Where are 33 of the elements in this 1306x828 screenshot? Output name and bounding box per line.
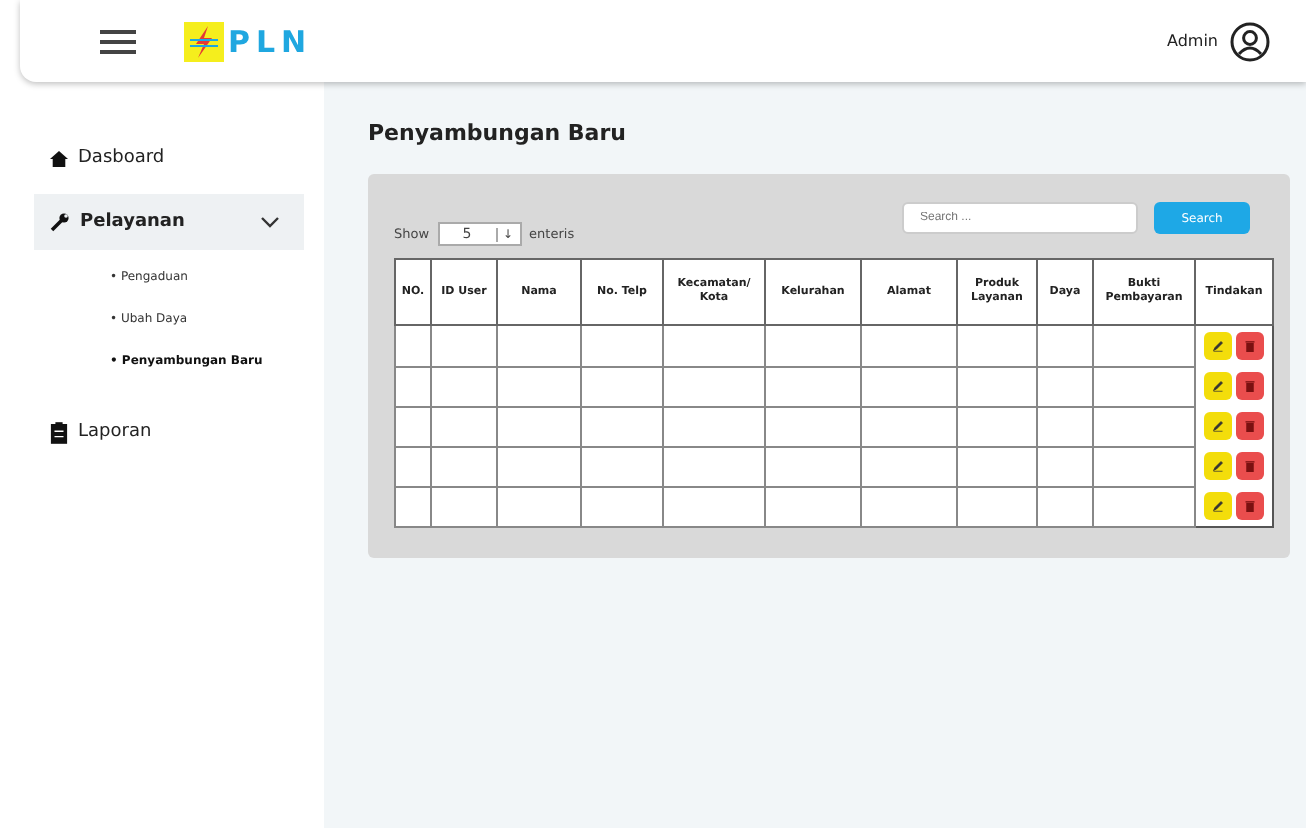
logo-text: PLN bbox=[228, 23, 313, 59]
trash-icon bbox=[1244, 340, 1256, 352]
nav-item[interactable]: Laporan bbox=[34, 404, 304, 460]
home-icon bbox=[50, 149, 68, 167]
delete-button[interactable] bbox=[1236, 372, 1264, 400]
chevron-down-icon bbox=[260, 216, 280, 228]
pencil-icon bbox=[1212, 460, 1224, 472]
delete-button[interactable] bbox=[1236, 492, 1264, 520]
delete-button[interactable] bbox=[1236, 332, 1264, 360]
trash-icon bbox=[1244, 420, 1256, 432]
nav-item[interactable]: Dasboard bbox=[34, 130, 304, 186]
delete-button[interactable] bbox=[1236, 412, 1264, 440]
trash-icon bbox=[1244, 460, 1256, 472]
edit-button[interactable] bbox=[1204, 452, 1232, 480]
trash-icon bbox=[1244, 380, 1256, 392]
edit-button[interactable] bbox=[1204, 332, 1232, 360]
user-icon[interactable] bbox=[1230, 21, 1270, 61]
trash-icon bbox=[1244, 500, 1256, 512]
edit-button[interactable] bbox=[1204, 412, 1232, 440]
user-name: Admin bbox=[1167, 32, 1218, 50]
clipboard-icon bbox=[50, 421, 68, 443]
delete-button[interactable] bbox=[1236, 452, 1264, 480]
menu-icon[interactable] bbox=[100, 29, 136, 53]
edit-button[interactable] bbox=[1204, 492, 1232, 520]
pencil-icon bbox=[1212, 420, 1224, 432]
edit-button[interactable] bbox=[1204, 372, 1232, 400]
page-title: Penyambungan Baru bbox=[368, 120, 628, 146]
wrench-icon bbox=[50, 212, 70, 232]
nav-item-expanded[interactable]: Pelayanan bbox=[34, 194, 304, 250]
pencil-icon bbox=[1212, 500, 1224, 512]
pencil-icon bbox=[1212, 340, 1224, 352]
lightning-logo-icon bbox=[184, 21, 224, 61]
pencil-icon bbox=[1212, 380, 1224, 392]
